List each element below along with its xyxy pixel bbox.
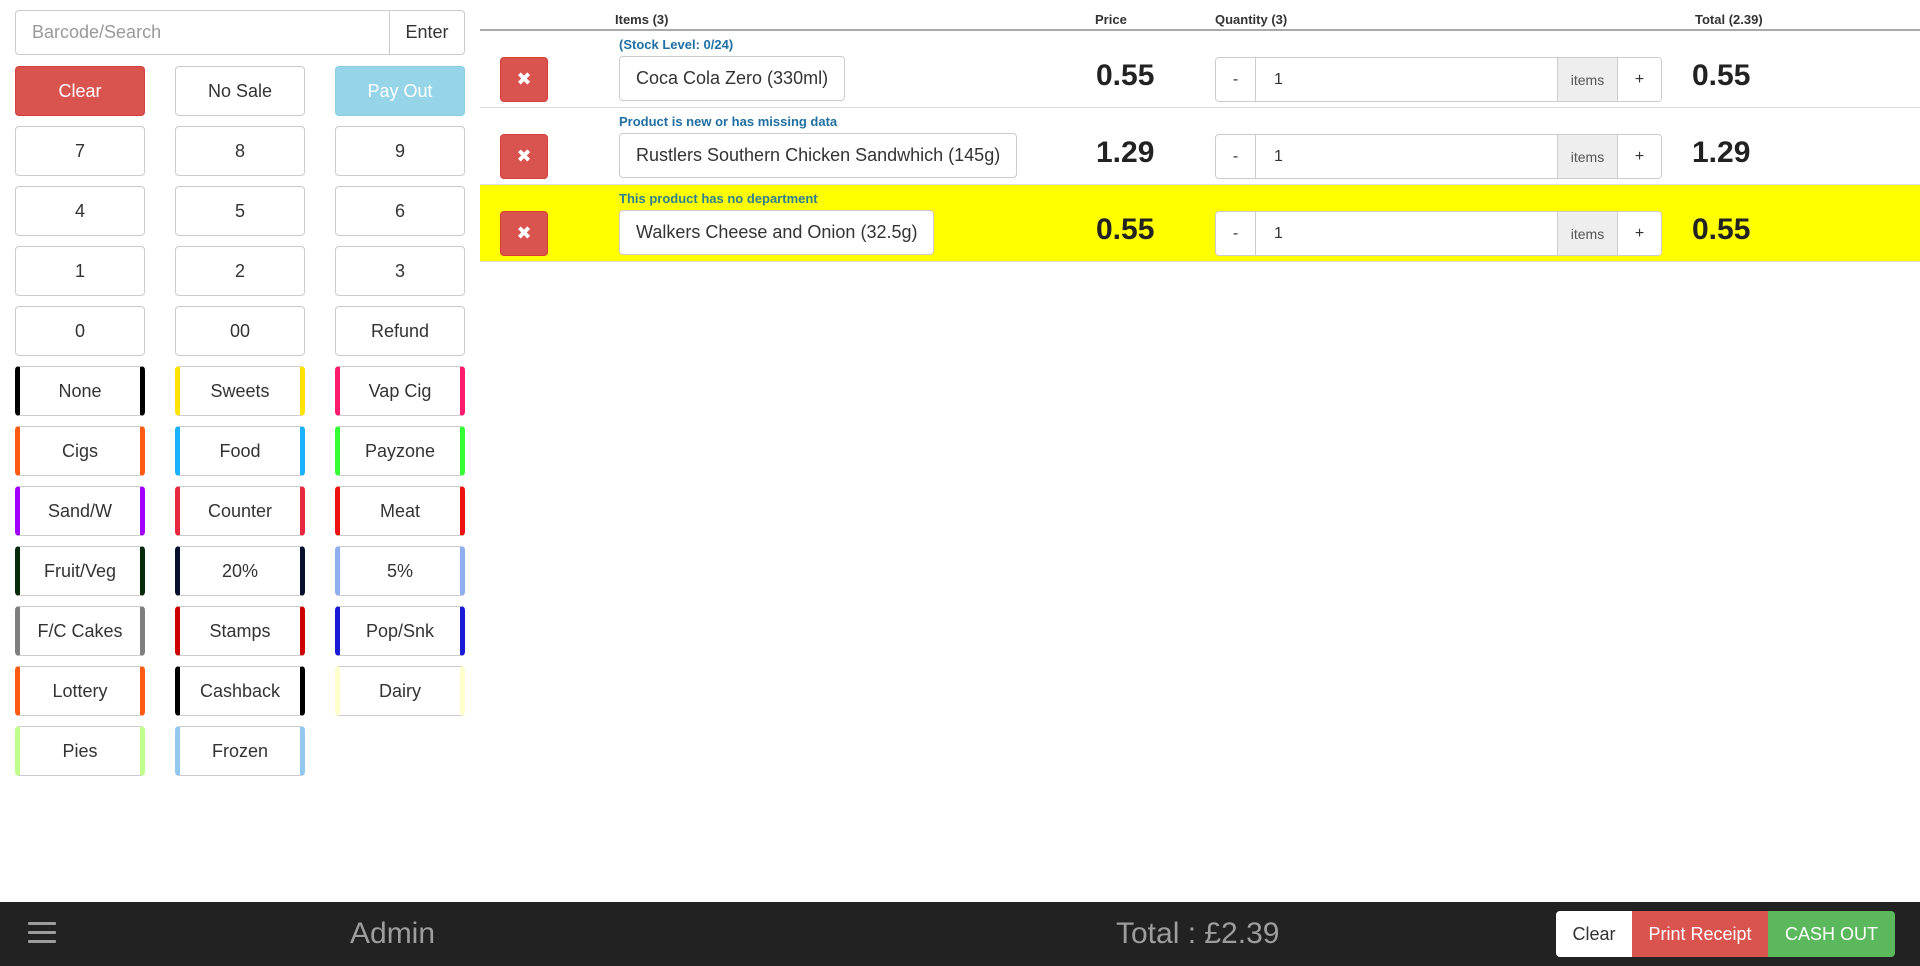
quantity-input[interactable] [1256,135,1557,178]
quantity-stepper: - items+ [1215,211,1662,256]
remove-item-button[interactable]: ✖ [500,57,548,102]
item-note: This product has no department [619,191,818,206]
price-header: Price [1095,12,1127,27]
department-button-20[interactable]: 20% [175,546,305,596]
department-button-cashback[interactable]: Cashback [175,666,305,716]
item-name[interactable]: Coca Cola Zero (330ml) [619,56,846,101]
item-note: Product is new or has missing data [619,114,838,129]
item-total: 0.55 [1692,59,1751,92]
keypad-button-7[interactable]: 7 [15,126,145,176]
decrease-quantity-button[interactable]: - [1216,135,1256,178]
decrease-quantity-button[interactable]: - [1216,212,1256,255]
department-button-sand-w[interactable]: Sand/W [15,486,145,536]
close-icon: ✖ [516,146,532,166]
quantity-unit: items [1557,212,1617,255]
item-total: 0.55 [1692,213,1751,246]
barcode-search-input[interactable] [15,10,389,55]
hamburger-icon[interactable] [28,922,56,946]
increase-quantity-button[interactable]: + [1617,58,1661,101]
close-icon: ✖ [516,69,532,89]
department-button-stamps[interactable]: Stamps [175,606,305,656]
quantity-header: Quantity (3) [1215,12,1288,27]
item-price: 0.55 [1096,59,1155,92]
department-button-pies[interactable]: Pies [15,726,145,776]
department-button-sweets[interactable]: Sweets [175,366,305,416]
department-button-frozen[interactable]: Frozen [175,726,305,776]
quantity-input[interactable] [1256,58,1557,101]
bottom-bar: Admin Total : £2.39 Clear Print Receipt … [0,902,1920,966]
decrease-quantity-button[interactable]: - [1216,58,1256,101]
keypad-button-9[interactable]: 9 [335,126,465,176]
department-button-lottery[interactable]: Lottery [15,666,145,716]
department-button-dairy[interactable]: Dairy [335,666,465,716]
department-button-5[interactable]: 5% [335,546,465,596]
keypad-button-00[interactable]: 00 [175,306,305,356]
items-header: Items (3) [615,12,669,27]
keypad-button-1[interactable]: 1 [15,246,145,296]
quantity-unit: items [1557,58,1617,101]
user-label: Admin [350,917,436,950]
item-note: (Stock Level: 0/24) [619,37,734,52]
keypad-button-2[interactable]: 2 [175,246,305,296]
item-price: 1.29 [1096,136,1155,169]
department-button-fruit-veg[interactable]: Fruit/Veg [15,546,145,596]
cart-table: Items (3) Price Quantity (3) Total (2.39… [480,0,1920,262]
department-button-vap-cig[interactable]: Vap Cig [335,366,465,416]
cart-row: ✖ (Stock Level: 0/24) Coca Cola Zero (330m… [480,31,1920,108]
enter-button[interactable]: Enter [389,10,465,55]
department-button-f-c-cakes[interactable]: F/C Cakes [15,606,145,656]
keypad-button-0[interactable]: 0 [15,306,145,356]
cart-rows: ✖ (Stock Level: 0/24) Coca Cola Zero (330m… [480,31,1920,262]
keypad-button-pay-out[interactable]: Pay Out [335,66,465,116]
keypad-panel: Enter ClearNo SalePay Out789456123000Ref… [15,10,465,776]
remove-item-button[interactable]: ✖ [500,211,548,256]
department-button-cigs[interactable]: Cigs [15,426,145,476]
search-bar: Enter [15,10,465,55]
keypad-button-clear[interactable]: Clear [15,66,145,116]
department-button-meat[interactable]: Meat [335,486,465,536]
close-icon: ✖ [516,223,532,243]
quantity-unit: items [1557,135,1617,178]
quantity-input[interactable] [1256,212,1557,255]
cart-header: Items (3) Price Quantity (3) Total (2.39… [480,0,1920,31]
item-name[interactable]: Rustlers Southern Chicken Sandwhich (145… [619,133,1018,178]
keypad-button-6[interactable]: 6 [335,186,465,236]
item-price: 0.55 [1096,213,1155,246]
keypad-button-5[interactable]: 5 [175,186,305,236]
cart-row: ✖ This product has no department Walkers C… [480,185,1920,262]
item-total: 1.29 [1692,136,1751,169]
clear-cart-button[interactable]: Clear [1556,911,1632,957]
quantity-stepper: - items+ [1215,134,1662,179]
keypad-button-3[interactable]: 3 [335,246,465,296]
increase-quantity-button[interactable]: + [1617,135,1661,178]
department-button-counter[interactable]: Counter [175,486,305,536]
grand-total: Total : £2.39 [1116,917,1280,950]
department-button-pop-snk[interactable]: Pop/Snk [335,606,465,656]
keypad-button-no-sale[interactable]: No Sale [175,66,305,116]
department-button-payzone[interactable]: Payzone [335,426,465,476]
item-name[interactable]: Walkers Cheese and Onion (32.5g) [619,210,935,255]
increase-quantity-button[interactable]: + [1617,212,1661,255]
department-button-none[interactable]: None [15,366,145,416]
total-header: Total (2.39) [1695,12,1763,27]
quantity-stepper: - items+ [1215,57,1662,102]
keypad-button-8[interactable]: 8 [175,126,305,176]
cart-row: ✖ Product is new or has missing data Rustl… [480,108,1920,185]
department-button-food[interactable]: Food [175,426,305,476]
remove-item-button[interactable]: ✖ [500,134,548,179]
keypad-button-refund[interactable]: Refund [335,306,465,356]
print-receipt-button[interactable]: Print Receipt [1632,911,1768,957]
keypad-button-4[interactable]: 4 [15,186,145,236]
cash-out-button[interactable]: CASH OUT [1768,911,1895,957]
keypad-grid: Clear No Sale Pay Out 7 8 9 4 5 6 1 2 3 0 00 Refund Non… [15,66,465,776]
